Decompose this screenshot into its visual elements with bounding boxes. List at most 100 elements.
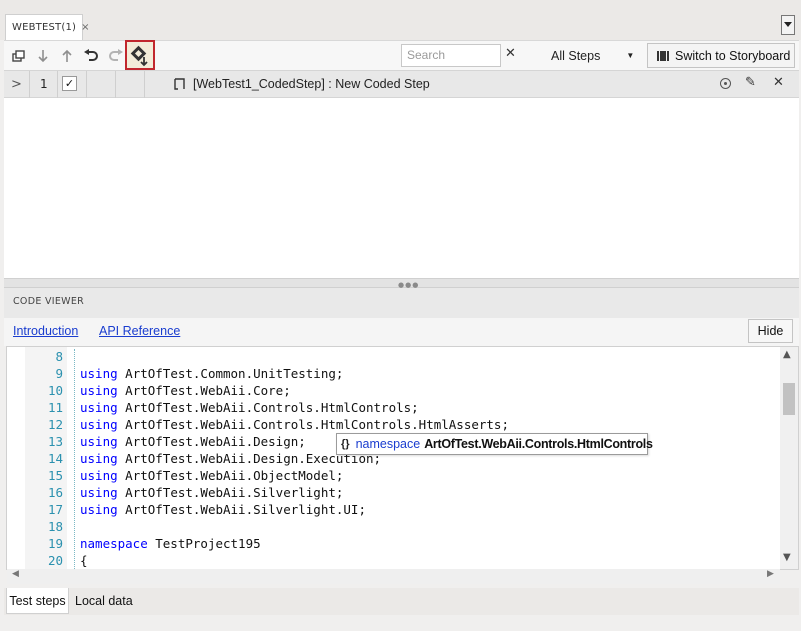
step-info-icon[interactable] — [720, 78, 731, 89]
scroll-up-icon[interactable]: ▲ — [783, 349, 791, 360]
code-keyword: namespace — [80, 536, 148, 551]
scroll-left-icon[interactable]: ◀ — [12, 569, 19, 579]
code-keyword: using — [80, 502, 118, 517]
code-line: namespace TestProject195 — [80, 536, 261, 551]
code-text: ArtOfTest.WebAii.Core; — [117, 383, 291, 398]
switch-to-storyboard-button[interactable]: Switch to Storyboard — [647, 43, 795, 68]
code-viewer-link-bar: Introduction API Reference Hide — [4, 318, 799, 346]
code-text: ArtOfTest.WebAii.Controls.HtmlControls.H… — [117, 417, 509, 432]
code-text: ArtOfTest.Common.UnitTesting; — [117, 366, 344, 381]
edit-pencil-icon[interactable]: ✎ — [745, 75, 756, 90]
vertical-scroll-thumb[interactable] — [783, 383, 795, 415]
caret-down-icon: ▼ — [626, 51, 635, 60]
line-number: 11 — [47, 400, 63, 415]
code-keyword: using — [80, 383, 118, 398]
search-input[interactable]: Search — [401, 44, 501, 67]
steps-toolbar: Search ✕ All Steps ▼ Switch to Storyboar… — [4, 40, 799, 70]
hide-code-viewer-button[interactable]: Hide — [748, 319, 793, 343]
line-number: 17 — [47, 502, 63, 517]
code-editor[interactable]: 8 9 using ArtOfTest.Common.UnitTesting; 10 u… — [6, 346, 799, 570]
move-up-icon — [62, 49, 72, 62]
close-tab-icon[interactable]: × — [81, 22, 89, 33]
steps-filter-dropdown[interactable]: All Steps ▼ — [522, 44, 642, 67]
collapse-all-icon — [12, 50, 25, 62]
document-tab-title: WEBTEST(1) — [12, 22, 77, 33]
code-viewer-header: CODE VIEWER — [4, 288, 799, 318]
redo-icon — [109, 49, 123, 61]
move-down-icon — [38, 50, 48, 63]
code-line: { — [80, 553, 88, 568]
vertical-scrollbar[interactable]: ▲ ▼ — [780, 347, 798, 569]
test-step-row[interactable]: > 1 ✓ [WebTest1_CodedStep] : New Coded S… — [4, 70, 799, 98]
document-tab-webtest[interactable]: WEBTEST(1) × — [5, 14, 90, 40]
line-number: 8 — [55, 349, 63, 364]
code-keyword: using — [80, 434, 118, 449]
storyboard-label: Switch to Storyboard — [675, 48, 791, 63]
line-number: 12 — [47, 417, 63, 432]
scroll-right-icon[interactable]: ▶ — [767, 569, 774, 579]
step-number: 1 — [40, 77, 48, 91]
redo-button[interactable] — [105, 45, 127, 67]
bottom-tab-strip: Test steps Local data — [4, 588, 799, 615]
code-line: using ArtOfTest.Common.UnitTesting; — [80, 366, 343, 381]
code-keyword: using — [80, 366, 118, 381]
code-line: using ArtOfTest.WebAii.Design; — [80, 434, 306, 449]
intellisense-tooltip: {} namespace ArtOfTest.WebAii.Controls.H… — [336, 433, 653, 455]
code-text: ArtOfTest.WebAii.Design; — [117, 434, 306, 449]
document-tab-strip: WEBTEST(1) × — [0, 0, 801, 40]
introduction-link[interactable]: Introduction — [13, 324, 78, 338]
cell-divider — [115, 71, 116, 98]
scroll-down-icon[interactable]: ▼ — [783, 552, 791, 563]
code-keyword: using — [80, 468, 118, 483]
collapse-all-button[interactable] — [8, 45, 30, 67]
code-text: ArtOfTest.WebAii.Silverlight; — [117, 485, 344, 500]
namespace-icon: {} — [341, 438, 350, 450]
code-line: using ArtOfTest.WebAii.Controls.HtmlCont… — [80, 400, 419, 415]
line-number: 15 — [47, 468, 63, 483]
code-text: ArtOfTest.WebAii.Silverlight.UI; — [117, 502, 366, 517]
line-number: 16 — [47, 485, 63, 500]
chevron-right-icon: > — [11, 77, 22, 92]
delete-step-icon[interactable]: ✕ — [773, 75, 784, 90]
code-text: ArtOfTest.WebAii.ObjectModel; — [117, 468, 344, 483]
code-line: using ArtOfTest.WebAii.Silverlight.UI; — [80, 502, 366, 517]
code-line: using ArtOfTest.WebAii.ObjectModel; — [80, 468, 343, 483]
steps-list-area — [4, 98, 799, 278]
line-number: 19 — [47, 536, 63, 551]
code-text: { — [80, 553, 88, 568]
cell-divider — [57, 71, 58, 98]
clear-search-icon[interactable]: ✕ — [505, 46, 516, 61]
move-down-button[interactable] — [32, 45, 54, 67]
tooltip-keyword: namespace — [355, 437, 421, 451]
code-viewer-title: CODE VIEWER — [13, 296, 85, 307]
tab-list-dropdown-button[interactable] — [781, 15, 795, 35]
code-text: TestProject195 — [147, 536, 261, 551]
coded-step-icon — [174, 78, 185, 90]
horizontal-scrollbar[interactable]: ◀ ▶ — [7, 569, 780, 584]
expand-step-button[interactable]: > — [4, 71, 29, 98]
tooltip-namespace-name: ArtOfTest.WebAii.Controls.HtmlControls — [424, 437, 653, 451]
code-keyword: using — [80, 400, 118, 415]
chevron-down-icon — [784, 22, 792, 27]
add-step-button-highlighted[interactable] — [125, 40, 155, 70]
undo-icon — [84, 49, 98, 61]
line-number: 13 — [47, 434, 63, 449]
panel-splitter[interactable]: ●●● — [4, 278, 799, 289]
api-reference-link[interactable]: API Reference — [99, 324, 180, 338]
line-number: 20 — [47, 553, 63, 568]
undo-button[interactable] — [80, 45, 102, 67]
line-number: 18 — [47, 519, 63, 534]
tab-local-data[interactable]: Local data — [75, 588, 133, 614]
cell-divider — [144, 71, 145, 98]
line-number: 10 — [47, 383, 63, 398]
step-enabled-checkbox[interactable]: ✓ — [62, 76, 77, 91]
code-keyword: using — [80, 451, 118, 466]
code-keyword: using — [80, 417, 118, 432]
code-keyword: using — [80, 485, 118, 500]
tab-test-steps[interactable]: Test steps — [6, 588, 69, 614]
move-up-button[interactable] — [56, 45, 78, 67]
line-number: 9 — [55, 366, 63, 381]
cell-divider — [86, 71, 87, 98]
line-number: 14 — [47, 451, 63, 466]
fold-guide — [74, 349, 75, 569]
